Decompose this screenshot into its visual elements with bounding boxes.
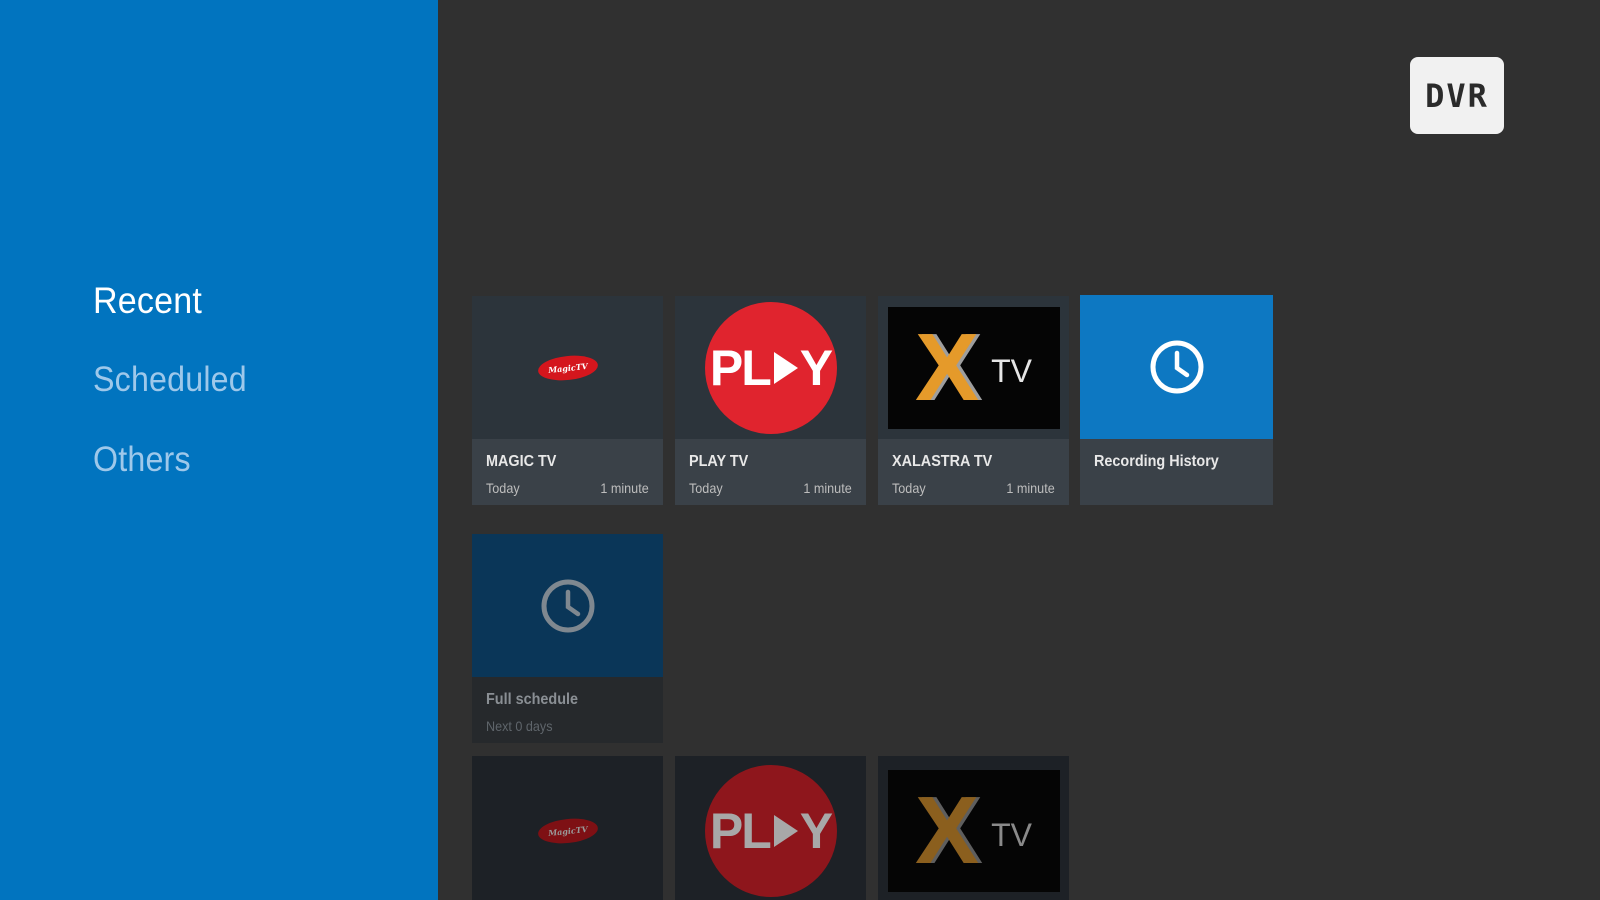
- recording-card-xalastra-tv[interactable]: X TV XALASTRA TV Today 1 minute: [878, 296, 1069, 505]
- card-title: PLAY TV: [689, 453, 749, 470]
- card-info: Recording History: [1080, 439, 1273, 505]
- card-thumbnail: [472, 534, 663, 677]
- card-info: XALASTRA TV Today 1 minute: [878, 439, 1069, 505]
- nav-item-others[interactable]: Others: [93, 440, 191, 480]
- card-duration: 1 minute: [803, 480, 852, 496]
- play-triangle-icon: [773, 815, 798, 847]
- logo-text: PL: [709, 339, 772, 396]
- xalastra-tv-logo: X TV: [887, 770, 1060, 892]
- play-tv-logo: PL Y: [704, 765, 837, 897]
- logo-tv: TV: [991, 816, 1032, 853]
- logo-x: X: [915, 777, 980, 884]
- card-title: MAGIC TV: [486, 453, 557, 470]
- card-thumbnail: PL Y: [675, 756, 866, 900]
- card-thumbnail: MagicTV: [472, 756, 663, 900]
- logo-text: PL: [709, 803, 772, 859]
- channel-card-magic-tv[interactable]: MagicTV: [472, 756, 663, 900]
- clock-icon: [1150, 340, 1203, 394]
- magic-tv-logo: MagicTV: [536, 352, 599, 383]
- card-thumbnail: X TV: [878, 756, 1069, 900]
- card-thumbnail: [1080, 295, 1273, 439]
- dvr-badge: DVR: [1410, 57, 1504, 134]
- card-title: Full schedule: [486, 691, 579, 708]
- logo-x: X: [915, 313, 980, 421]
- clock-icon: [541, 579, 594, 632]
- card-title: Recording History: [1094, 453, 1219, 470]
- card-date: Today: [892, 480, 926, 496]
- play-triangle-icon: [773, 351, 798, 384]
- recording-history-card[interactable]: Recording History: [1080, 295, 1273, 505]
- card-title: XALASTRA TV: [892, 453, 993, 470]
- card-subtitle: Next 0 days: [486, 718, 553, 734]
- logo-text: Y: [799, 803, 833, 859]
- card-date: Today: [486, 480, 520, 496]
- play-tv-logo: PL Y: [704, 301, 837, 434]
- nav-item-scheduled[interactable]: Scheduled: [93, 360, 247, 400]
- recording-card-play-tv[interactable]: PL Y PLAY TV Today 1 minute: [675, 296, 866, 505]
- xalastra-tv-logo: X TV: [887, 306, 1060, 429]
- logo-text: Y: [799, 339, 833, 396]
- card-thumbnail: X TV: [878, 296, 1069, 439]
- card-date: Today: [689, 480, 723, 496]
- channel-card-play-tv[interactable]: PL Y: [675, 756, 866, 900]
- recording-card-magic-tv[interactable]: MagicTV MAGIC TV Today 1 minute: [472, 296, 663, 505]
- card-duration: 1 minute: [600, 480, 649, 496]
- card-info: MAGIC TV Today 1 minute: [472, 439, 663, 505]
- sidebar: Recent Scheduled Others: [0, 0, 438, 900]
- card-info: Full schedule Next 0 days: [472, 677, 663, 743]
- card-thumbnail: PL Y: [675, 296, 866, 439]
- magic-tv-logo: MagicTV: [536, 815, 599, 847]
- nav-item-recent[interactable]: Recent: [93, 280, 202, 322]
- logo-tv: TV: [991, 353, 1032, 389]
- full-schedule-card[interactable]: Full schedule Next 0 days: [472, 534, 663, 743]
- channel-card-xalastra-tv[interactable]: X TV: [878, 756, 1069, 900]
- card-duration: 1 minute: [1006, 480, 1055, 496]
- card-info: PLAY TV Today 1 minute: [675, 439, 866, 505]
- card-thumbnail: MagicTV: [472, 296, 663, 439]
